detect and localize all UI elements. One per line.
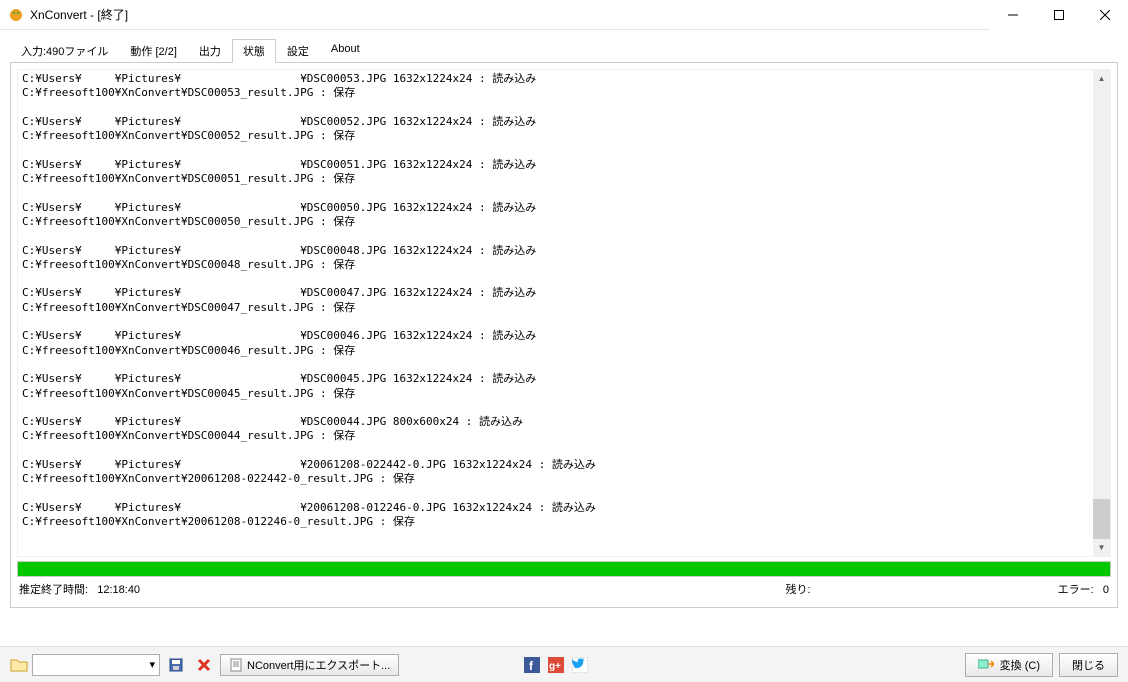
tab-settings[interactable]: 設定 <box>276 39 320 63</box>
close-label: 閉じる <box>1072 657 1105 673</box>
tab-about[interactable]: About <box>320 39 371 63</box>
document-icon <box>229 658 243 672</box>
svg-text:g+: g+ <box>549 661 561 672</box>
errors-value: 0 <box>1103 584 1109 596</box>
twitter-icon[interactable] <box>572 657 588 673</box>
window-title: XnConvert - [終了] <box>30 6 990 23</box>
preset-dropdown[interactable]: ▾ <box>32 654 160 676</box>
close-button[interactable] <box>1082 0 1128 30</box>
bottom-toolbar: ▾ NConvert用にエクスポート... f g+ 変換 (C) 閉じる <box>0 646 1128 682</box>
convert-label: 変換 (C) <box>1000 657 1040 673</box>
tab-status[interactable]: 状態 <box>232 39 276 63</box>
tab-action[interactable]: 動作 [2/2] <box>119 39 187 63</box>
scroll-up-icon[interactable]: ▲ <box>1093 70 1110 87</box>
tab-output[interactable]: 出力 <box>188 39 232 63</box>
close-bottom-button[interactable]: 閉じる <box>1059 653 1118 677</box>
progress-bar <box>17 561 1111 577</box>
log-area: C:¥Users¥xxxxx¥Pictures¥xxxxxxxxxxxxxxxx… <box>17 69 1111 557</box>
log-text[interactable]: C:¥Users¥xxxxx¥Pictures¥xxxxxxxxxxxxxxxx… <box>18 70 1110 556</box>
scrollbar[interactable]: ▲ ▼ <box>1093 70 1110 556</box>
status-row: 推定終了時間: 12:18:40 残り: エラー: 0 <box>17 577 1111 601</box>
scroll-thumb[interactable] <box>1093 499 1110 539</box>
export-label: NConvert用にエクスポート... <box>247 657 390 673</box>
scroll-down-icon[interactable]: ▼ <box>1093 539 1110 556</box>
eta-value: 12:18:40 <box>97 584 140 596</box>
delete-icon[interactable] <box>192 654 216 676</box>
tab-input[interactable]: 入力:490ファイル <box>10 39 119 63</box>
chevron-down-icon: ▾ <box>149 658 155 671</box>
facebook-icon[interactable]: f <box>524 657 540 673</box>
eta-label: 推定終了時間: <box>19 584 88 596</box>
export-button[interactable]: NConvert用にエクスポート... <box>220 654 399 676</box>
google-plus-icon[interactable]: g+ <box>548 657 564 673</box>
remaining-label: 残り: <box>785 584 810 596</box>
folder-icon[interactable] <box>10 657 28 673</box>
titlebar: XnConvert - [終了] <box>0 0 1128 30</box>
convert-icon <box>978 658 994 672</box>
minimize-button[interactable] <box>990 0 1036 30</box>
errors-label: エラー: <box>1058 584 1094 596</box>
save-icon[interactable] <box>164 654 188 676</box>
convert-button[interactable]: 変換 (C) <box>965 653 1053 677</box>
maximize-button[interactable] <box>1036 0 1082 30</box>
tab-bar: 入力:490ファイル 動作 [2/2] 出力 状態 設定 About <box>10 38 1118 63</box>
app-icon <box>8 7 24 23</box>
